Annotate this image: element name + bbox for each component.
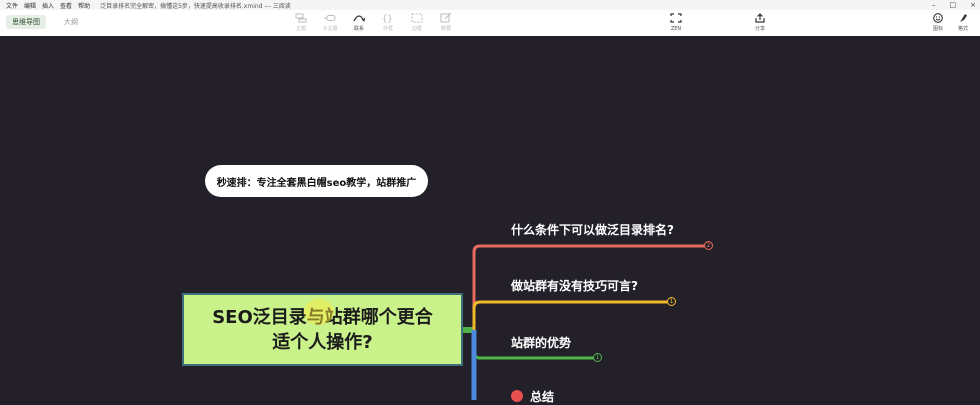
branch-topic-summary[interactable]: 总结 <box>530 388 554 405</box>
summary-marker-icon <box>511 390 523 402</box>
branch-line-2 <box>472 300 668 330</box>
cursor-highlight <box>304 299 334 325</box>
collapse-count-badge-3[interactable]: 1 <box>593 353 602 362</box>
collapse-count-badge-2[interactable]: 1 <box>667 297 676 306</box>
branch-topic-advantages[interactable]: 站群的优势 <box>511 334 571 351</box>
branch-topic-techniques[interactable]: 做站群有没有技巧可言? <box>511 277 638 294</box>
branch-topic-conditions[interactable]: 什么条件下可以做泛目录排名? <box>511 221 674 238</box>
floating-topic[interactable]: 秒速排：专注全套黑白帽seo教学，站群推广 <box>205 165 428 197</box>
branch-connectors <box>463 244 705 400</box>
collapse-count-badge-1[interactable]: 2 <box>704 241 713 250</box>
